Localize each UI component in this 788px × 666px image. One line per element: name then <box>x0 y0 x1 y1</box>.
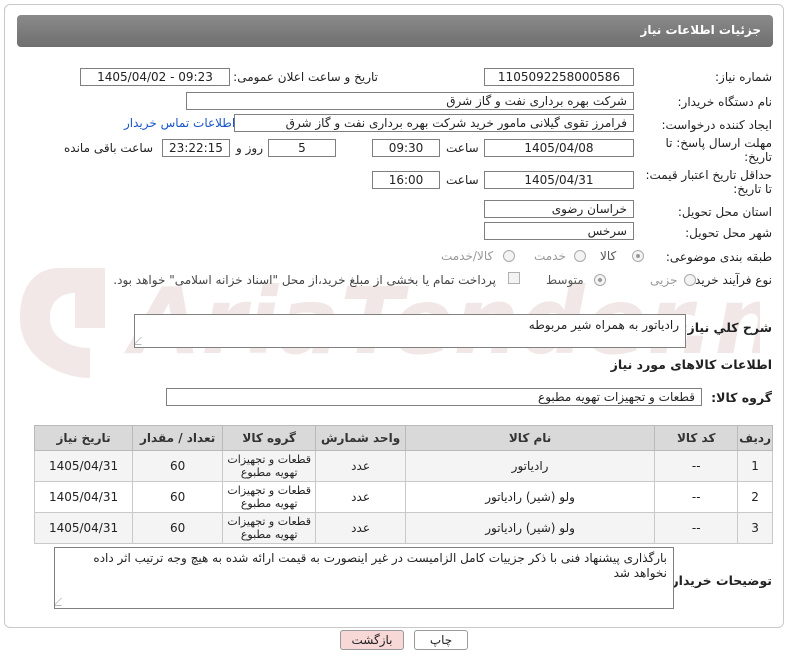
cell-group-line1: قطعات و تجهیزات <box>227 453 312 466</box>
process-option-minor: جزیی <box>650 273 678 287</box>
cell-group: قطعات و تجهیزات تهویه مطبوع <box>222 481 317 513</box>
category-label: طبقه بندی موضوعی: <box>665 250 772 264</box>
goods-group-label: گروه کالا: <box>711 390 772 405</box>
need-number-field: 1105092258000586 <box>484 68 634 86</box>
treasury-payment-note: پرداخت تمام یا بخشی از مبلغ خرید،از محل … <box>113 273 496 287</box>
col-date-header: تاریخ نیاز <box>33 425 134 451</box>
province-field: خراسان رضوی <box>484 200 634 218</box>
table-row[interactable]: 3 -- ولو (شیر) رادیاتور عدد قطعات و تجهی… <box>33 512 773 544</box>
cell-code: -- <box>654 512 739 544</box>
resize-grip-icon[interactable] <box>135 337 149 345</box>
table-row[interactable]: 2 -- ولو (شیر) رادیاتور عدد قطعات و تجهی… <box>33 481 773 513</box>
buyer-field: شرکت بهره برداری نفت و گاز شرق <box>186 92 634 110</box>
description-field: رادیاتور به همراه شیر مربوطه <box>134 314 686 348</box>
cell-qty: 60 <box>132 481 224 513</box>
col-code-header: کد کالا <box>654 425 739 451</box>
cell-row: 2 <box>737 481 773 513</box>
cell-group-line1: قطعات و تجهیزات <box>227 484 312 497</box>
announce-field: 1405/04/02 - 09:23 <box>80 68 230 86</box>
buyer-notes-field: بارگذاری پیشنهاد فنی با ذکر جزییات کامل … <box>54 547 674 609</box>
category-radio-service[interactable] <box>574 250 586 262</box>
price-validity-label: حداقل تاریخ اعتبار قیمت: <box>645 168 772 182</box>
panel-header: جزئیات اطلاعات نیاز <box>17 15 773 47</box>
city-field: سرخس <box>484 222 634 240</box>
cell-name: رادیاتور <box>404 450 656 482</box>
cell-row: 1 <box>737 450 773 482</box>
cell-group: قطعات و تجهیزات تهویه مطبوع <box>222 512 317 544</box>
cell-qty: 60 <box>132 512 224 544</box>
col-row-header: ردیف <box>737 425 773 451</box>
cell-unit: عدد <box>315 450 406 482</box>
col-group-header: گروه کالا <box>222 425 317 451</box>
price-validity-date-field: 1405/04/31 <box>484 171 634 189</box>
buyer-contact-link[interactable]: اطلاعات تماس خریدار <box>124 116 235 130</box>
reply-date-field: 1405/04/08 <box>484 139 634 157</box>
col-name-header: نام کالا <box>404 425 656 451</box>
cell-row: 3 <box>737 512 773 544</box>
cell-group: قطعات و تجهیزات تهویه مطبوع <box>222 450 317 482</box>
cell-group-line2: تهویه مطبوع <box>240 466 298 479</box>
process-radio-medium[interactable] <box>594 274 606 286</box>
requester-field: فرامرز تقوی گیلانی مامور خرید شرکت بهره … <box>234 114 634 132</box>
city-label: شهر محل تحویل: <box>685 226 772 240</box>
need-number-label: شماره نیاز: <box>715 70 772 84</box>
cell-date: 1405/04/31 <box>33 512 134 544</box>
description-label: شرح کلي نياز: <box>682 320 772 335</box>
cell-name: ولو (شیر) رادیاتور <box>404 512 656 544</box>
buyer-label: نام دستگاه خریدار: <box>677 95 773 109</box>
cell-group-line1: قطعات و تجهیزات <box>227 515 312 528</box>
announce-label: تاریخ و ساعت اعلان عمومی: <box>233 70 378 84</box>
goods-info-title: اطلاعات کالاهای مورد نیاز <box>610 357 772 372</box>
category-radio-goods[interactable] <box>632 250 644 262</box>
cell-unit: عدد <box>315 481 406 513</box>
description-text: رادیاتور به همراه شیر مربوطه <box>528 318 679 332</box>
buyer-notes-label: توضیحات خریدار: <box>666 573 772 588</box>
reply-deadline-label-2: تاریخ: <box>744 150 772 164</box>
items-table: ردیف کد کالا نام کالا واحد شمارش گروه کا… <box>33 425 773 544</box>
cell-qty: 60 <box>132 450 224 482</box>
remaining-time-field: 23:22:15 <box>162 139 230 157</box>
category-option-goods-service: کالا/خدمت <box>441 249 494 263</box>
requester-label: ایجاد کننده درخواست: <box>661 118 772 132</box>
reply-time-field: 09:30 <box>372 139 440 157</box>
print-button[interactable]: چاپ <box>414 630 468 650</box>
process-option-medium: متوسط <box>546 273 584 287</box>
cell-code: -- <box>654 481 739 513</box>
cell-group-line2: تهویه مطبوع <box>240 528 298 541</box>
col-qty-header: تعداد / مقدار <box>132 425 224 451</box>
buyer-notes-text: بارگذاری پیشنهاد فنی با ذکر جزییات کامل … <box>93 551 667 580</box>
reply-deadline-label: مهلت ارسال پاسخ: تا <box>665 136 772 150</box>
process-label: نوع فرآیند خرید : <box>687 273 772 287</box>
goods-group-field: قطعات و تجهیزات تهویه مطبوع <box>166 388 702 406</box>
table-header-row: ردیف کد کالا نام کالا واحد شمارش گروه کا… <box>33 425 773 451</box>
cell-code: -- <box>654 450 739 482</box>
cell-name: ولو (شیر) رادیاتور <box>404 481 656 513</box>
table-row[interactable]: 1 -- رادیاتور عدد قطعات و تجهیزات تهویه م… <box>33 450 773 482</box>
days-label: روز و <box>236 141 263 155</box>
category-option-service: خدمت <box>534 249 566 263</box>
treasury-payment-checkbox[interactable] <box>508 272 520 284</box>
reply-days-field: 5 <box>268 139 336 157</box>
col-unit-header: واحد شمارش <box>315 425 406 451</box>
cell-unit: عدد <box>315 512 406 544</box>
resize-grip-icon[interactable] <box>55 598 69 606</box>
price-validity-label-2: تا تاریخ: <box>733 182 772 196</box>
category-option-goods: کالا <box>600 249 617 263</box>
cell-date: 1405/04/31 <box>33 450 134 482</box>
panel-title: جزئیات اطلاعات نیاز <box>640 23 761 37</box>
cell-group-line2: تهویه مطبوع <box>240 497 298 510</box>
price-validity-time-label: ساعت <box>446 173 479 187</box>
reply-time-label: ساعت <box>446 141 479 155</box>
cell-date: 1405/04/31 <box>33 481 134 513</box>
remaining-label: ساعت باقی مانده <box>64 141 154 155</box>
price-validity-time-field: 16:00 <box>372 171 440 189</box>
category-radio-goods-service[interactable] <box>503 250 515 262</box>
process-radio-minor[interactable] <box>684 274 696 286</box>
back-button[interactable]: بازگشت <box>340 630 404 650</box>
province-label: استان محل تحویل: <box>677 205 772 219</box>
